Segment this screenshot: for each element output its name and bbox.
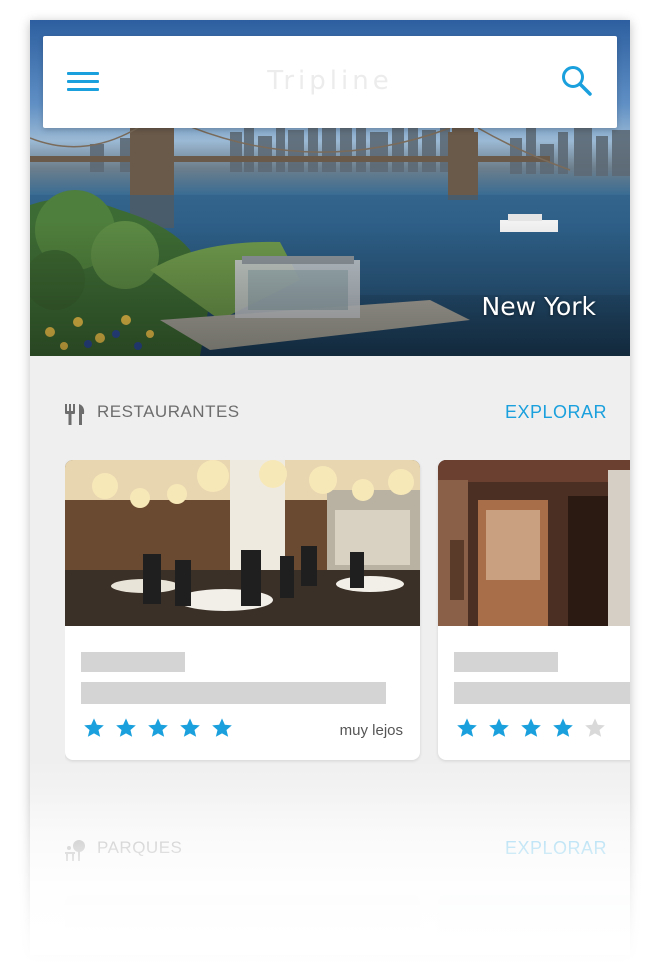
restaurant-icon bbox=[63, 402, 87, 426]
explore-parks-link[interactable]: EXPLORAR bbox=[505, 838, 607, 859]
restaurant-card[interactable] bbox=[438, 460, 630, 760]
description-placeholder bbox=[454, 682, 630, 704]
rating-stars bbox=[83, 717, 238, 741]
star-filled-icon bbox=[84, 718, 104, 737]
star-filled-icon bbox=[212, 718, 233, 737]
star-filled-icon bbox=[489, 718, 509, 737]
section-title: PARQUES bbox=[97, 838, 183, 857]
star-filled-icon bbox=[553, 718, 574, 737]
app-screen: New York Tripline RESTAURANTES EXPLORAR … bbox=[30, 20, 630, 955]
app-bar: Tripline bbox=[43, 36, 617, 128]
description-placeholder bbox=[81, 682, 386, 704]
name-placeholder bbox=[81, 652, 185, 672]
app-title: Tripline bbox=[267, 66, 393, 96]
distance-label: muy lejos bbox=[339, 722, 403, 739]
star-empty-icon bbox=[585, 718, 606, 737]
parks-carousel[interactable] bbox=[65, 895, 630, 955]
restaurant-carousel[interactable]: muy lejos bbox=[65, 460, 630, 770]
star-filled-icon bbox=[521, 718, 541, 737]
star-filled-icon bbox=[457, 718, 477, 737]
search-icon[interactable] bbox=[559, 63, 595, 99]
park-icon bbox=[63, 838, 87, 862]
section-parks-header: PARQUES EXPLORAR bbox=[30, 828, 630, 868]
explore-restaurants-link[interactable]: EXPLORAR bbox=[505, 402, 607, 423]
restaurant-photo bbox=[65, 460, 420, 626]
section-title: RESTAURANTES bbox=[97, 402, 240, 421]
star-filled-icon bbox=[116, 718, 136, 737]
rating-stars bbox=[456, 717, 611, 741]
restaurant-card[interactable]: muy lejos bbox=[65, 460, 420, 760]
star-filled-icon bbox=[148, 718, 168, 737]
hero-city-name: New York bbox=[481, 292, 596, 321]
section-restaurants-header: RESTAURANTES EXPLORAR bbox=[30, 392, 630, 432]
restaurant-photo bbox=[438, 460, 630, 626]
name-placeholder bbox=[454, 652, 558, 672]
star-filled-icon bbox=[180, 718, 201, 737]
park-card[interactable] bbox=[438, 895, 630, 955]
park-card[interactable] bbox=[65, 895, 420, 955]
